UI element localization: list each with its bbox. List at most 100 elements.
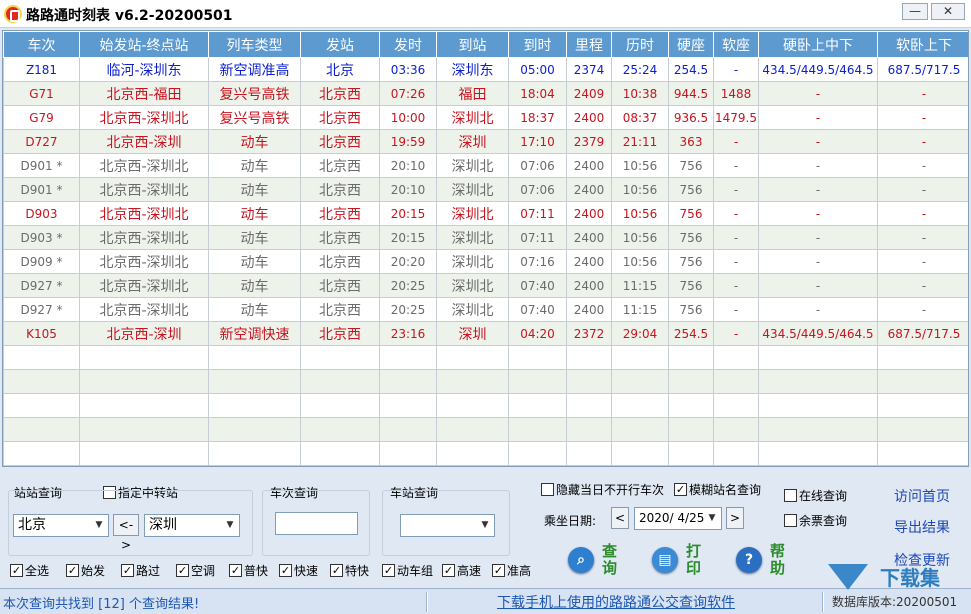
cell-route: 北京西-深圳北 — [79, 297, 209, 322]
table-row[interactable]: Z181 临河-深圳东 新空调准高 北京 03:36 深圳东 05:00 2374 25:24 2… — [3, 57, 968, 82]
column-header-depart-station[interactable]: 发站 — [300, 31, 380, 58]
empty-cell — [508, 393, 567, 418]
cell-train-type: 动车 — [208, 225, 301, 250]
fuzzy-station-checkbox[interactable]: ✓ 模糊站名查询 — [674, 481, 761, 497]
column-header-route[interactable]: 始发站-终点站 — [79, 31, 209, 58]
checkbox-box[interactable]: ✓ — [279, 564, 292, 577]
column-header-hard-sleeper[interactable]: 硬卧上中下 — [758, 31, 878, 58]
cell-train-no: K105 — [3, 321, 80, 346]
column-header-arrive-station[interactable]: 到站 — [436, 31, 509, 58]
download-arrow-icon — [828, 564, 868, 590]
column-header-distance[interactable]: 里程 — [566, 31, 612, 58]
checkbox-box[interactable]: ✓ — [10, 564, 23, 577]
table-row[interactable]: D927 * 北京西-深圳北 动车 北京西 20:25 深圳北 07:40 2400 11:15… — [3, 273, 968, 298]
minimize-button[interactable]: — — [902, 3, 928, 20]
cell-duration: 11:15 — [611, 273, 669, 298]
column-header-train-no[interactable]: 车次 — [3, 31, 80, 58]
help-button[interactable]: ? 帮助 — [736, 543, 792, 583]
hide-not-running-checkbox[interactable]: 隐藏当日不开行车次 — [541, 481, 664, 497]
column-header-soft-sleeper[interactable]: 软卧上下 — [877, 31, 968, 58]
checkbox-box[interactable]: ✓ — [442, 564, 455, 577]
empty-cell — [508, 441, 567, 466]
column-header-arrive-time[interactable]: 到时 — [508, 31, 567, 58]
checkbox-box[interactable] — [784, 514, 797, 527]
filter-checkbox[interactable]: ✓ 普快 — [229, 562, 268, 578]
checkbox-box[interactable]: ✓ — [229, 564, 242, 577]
chevron-down-icon[interactable]: ▼ — [479, 519, 491, 531]
download-mobile-link[interactable]: 下载手机上使用的路路通公交查询软件 — [497, 592, 735, 612]
checkbox-box[interactable]: ✓ — [176, 564, 189, 577]
cell-arrive-station: 深圳北 — [436, 225, 509, 250]
checkbox-box[interactable]: ✓ — [382, 564, 395, 577]
next-date-button[interactable]: > — [726, 507, 744, 529]
column-header-train-type[interactable]: 列车类型 — [208, 31, 301, 58]
filter-checkbox[interactable]: ✓ 快速 — [279, 562, 318, 578]
empty-cell — [379, 345, 437, 370]
filter-checkbox[interactable]: ✓ 路过 — [121, 562, 160, 578]
cell-distance: 2400 — [566, 225, 612, 250]
table-row[interactable]: D909 * 北京西-深圳北 动车 北京西 20:20 深圳北 07:16 2400 10:56… — [3, 249, 968, 274]
empty-cell — [208, 345, 301, 370]
checkbox-box[interactable]: ✓ — [121, 564, 134, 577]
chevron-down-icon[interactable]: ▼ — [706, 512, 718, 524]
table-row[interactable]: D927 * 北京西-深圳北 动车 北京西 20:25 深圳北 07:40 2400 11:15… — [3, 297, 968, 322]
close-button[interactable]: ✕ — [931, 3, 965, 20]
swap-stations-button[interactable]: <-> — [113, 514, 139, 552]
filter-checkbox[interactable]: ✓ 全选 — [10, 562, 49, 578]
chevron-down-icon[interactable]: ▼ — [224, 519, 236, 531]
cell-soft-seat: - — [713, 153, 759, 178]
cell-soft-sleeper: - — [877, 177, 968, 202]
cell-soft-seat: - — [713, 57, 759, 82]
cell-train-type: 复兴号高铁 — [208, 105, 301, 130]
filter-checkbox[interactable]: ✓ 特快 — [330, 562, 369, 578]
results-grid[interactable]: 车次 始发站-终点站 列车类型 发站 发时 到站 到时 里程 历时 硬座 软座 硬卧上中下 软卧上下 Z… — [2, 30, 969, 467]
train-number-input[interactable] — [275, 512, 358, 535]
column-header-depart-time[interactable]: 发时 — [379, 31, 437, 58]
empty-cell — [79, 393, 209, 418]
query-button[interactable]: ⌕ 查询 — [568, 543, 624, 583]
prev-date-button[interactable]: < — [611, 507, 629, 529]
fuzzy-station-label: 模糊站名查询 — [689, 483, 762, 497]
checkbox-box[interactable] — [784, 489, 797, 502]
filter-checkbox[interactable]: ✓ 空调 — [176, 562, 215, 578]
column-header-hard-seat[interactable]: 硬座 — [668, 31, 714, 58]
filter-checkbox[interactable]: ✓ 高速 — [442, 562, 481, 578]
status-divider — [426, 592, 428, 612]
date-picker[interactable]: 2020/ 4/25 ▼ — [634, 507, 722, 530]
cell-train-type: 动车 — [208, 177, 301, 202]
table-row[interactable]: G79 北京西-深圳北 复兴号高铁 北京西 10:00 深圳北 18:37 2400 08:37… — [3, 105, 968, 130]
checkbox-box[interactable]: ✓ — [330, 564, 343, 577]
empty-cell — [300, 345, 380, 370]
table-row[interactable]: D901 * 北京西-深圳北 动车 北京西 20:10 深圳北 07:06 2400 10:56… — [3, 153, 968, 178]
from-station-select[interactable]: 北京 ▼ — [13, 514, 109, 537]
empty-row — [3, 369, 968, 394]
checkbox-box[interactable]: ✓ — [492, 564, 505, 577]
cell-hard-sleeper: - — [758, 81, 878, 106]
check-update-link[interactable]: 检查更新 — [894, 550, 950, 570]
cell-hard-seat: 756 — [668, 297, 714, 322]
checkbox-box[interactable] — [541, 483, 554, 496]
chevron-down-icon[interactable]: ▼ — [93, 519, 105, 531]
table-row[interactable]: D901 * 北京西-深圳北 动车 北京西 20:10 深圳北 07:06 2400 10:56… — [3, 177, 968, 202]
ticket-query-checkbox[interactable]: 余票查询 — [784, 512, 847, 528]
filter-checkbox[interactable]: ✓ 动车组 — [382, 562, 433, 578]
to-station-select[interactable]: 深圳 ▼ — [144, 514, 240, 537]
checkbox-box[interactable]: ✓ — [66, 564, 79, 577]
table-row[interactable]: K105 北京西-深圳 新空调快速 北京西 23:16 深圳 04:20 2372 29:04 2… — [3, 321, 968, 346]
table-row[interactable]: D727 北京西-深圳 动车 北京西 19:59 深圳 17:10 2379 21:11 363-… — [3, 129, 968, 154]
checkbox-box[interactable]: ✓ — [674, 483, 687, 496]
column-header-duration[interactable]: 历时 — [611, 31, 669, 58]
table-row[interactable]: D903 北京西-深圳北 动车 北京西 20:15 深圳北 07:11 2400 10:56 75… — [3, 201, 968, 226]
column-header-soft-seat[interactable]: 软座 — [713, 31, 759, 58]
filter-checkbox[interactable]: ✓ 始发 — [66, 562, 105, 578]
table-row[interactable]: D903 * 北京西-深圳北 动车 北京西 20:15 深圳北 07:11 2400 10:56… — [3, 225, 968, 250]
stop-select[interactable]: ▼ — [400, 514, 495, 537]
table-row[interactable]: G71 北京西-福田 复兴号高铁 北京西 07:26 福田 18:04 2409 10:38 94… — [3, 81, 968, 106]
visit-home-link[interactable]: 访问首页 — [894, 486, 950, 506]
export-results-link[interactable]: 导出结果 — [894, 517, 950, 537]
filter-checkbox[interactable]: ✓ 准高 — [492, 562, 531, 578]
online-query-checkbox[interactable]: 在线查询 — [784, 487, 847, 503]
empty-cell — [713, 393, 759, 418]
cell-duration: 10:56 — [611, 225, 669, 250]
print-button[interactable]: ▤ 打印 — [652, 543, 708, 583]
